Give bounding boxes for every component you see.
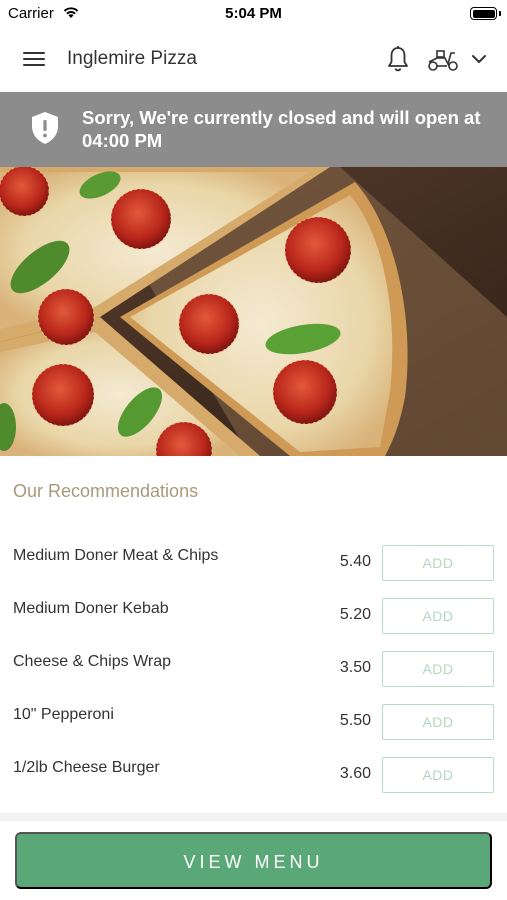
bell-icon[interactable] bbox=[386, 45, 410, 73]
item-name: Cheese & Chips Wrap bbox=[13, 653, 171, 670]
list-item: Cheese & Chips Wrap 3.50 ADD bbox=[0, 634, 507, 687]
list-item: Medium Doner Meat & Chips 5.40 ADD bbox=[0, 528, 507, 581]
chevron-down-icon[interactable] bbox=[470, 52, 488, 66]
add-button[interactable]: ADD bbox=[382, 704, 494, 740]
divider bbox=[0, 813, 507, 821]
view-menu-button[interactable]: VIEW MENU bbox=[15, 832, 492, 889]
battery-icon bbox=[470, 7, 497, 20]
add-button[interactable]: ADD bbox=[382, 545, 494, 581]
pizza-photo bbox=[0, 167, 507, 456]
status-bar: Carrier 5:04 PM bbox=[0, 0, 507, 26]
item-price: 5.50 bbox=[339, 712, 371, 729]
battery-tip bbox=[499, 11, 501, 16]
item-name: 10" Pepperoni bbox=[13, 706, 114, 723]
item-price: 5.40 bbox=[339, 553, 371, 570]
list-item: 1/2lb Cheese Burger 3.60 ADD bbox=[0, 740, 507, 793]
scooter-icon[interactable] bbox=[427, 48, 459, 72]
list-item: Medium Doner Kebab 5.20 ADD bbox=[0, 581, 507, 634]
hamburger-menu-icon[interactable] bbox=[23, 51, 45, 67]
recommendations-heading: Our Recommendations bbox=[13, 481, 199, 501]
list-item: 10" Pepperoni 5.50 ADD bbox=[0, 687, 507, 740]
item-price: 5.20 bbox=[339, 606, 371, 623]
item-name: Medium Doner Kebab bbox=[13, 600, 169, 617]
app-header: Inglemire Pizza bbox=[0, 26, 507, 92]
clock: 5:04 PM bbox=[225, 5, 282, 22]
restaurant-title: Inglemire Pizza bbox=[67, 48, 197, 69]
item-name: Medium Doner Meat & Chips bbox=[13, 547, 219, 564]
closed-message: Sorry, We're currently closed and will o… bbox=[82, 107, 481, 151]
item-price: 3.50 bbox=[339, 659, 371, 676]
recommendations-list: Medium Doner Meat & Chips 5.40 ADD Mediu… bbox=[0, 528, 507, 793]
shield-alert-icon bbox=[32, 112, 58, 144]
item-price: 3.60 bbox=[339, 765, 371, 782]
closed-banner: Sorry, We're currently closed and will o… bbox=[0, 92, 507, 167]
add-button[interactable]: ADD bbox=[382, 757, 494, 793]
add-button[interactable]: ADD bbox=[382, 598, 494, 634]
add-button[interactable]: ADD bbox=[382, 651, 494, 687]
item-name: 1/2lb Cheese Burger bbox=[13, 759, 160, 776]
